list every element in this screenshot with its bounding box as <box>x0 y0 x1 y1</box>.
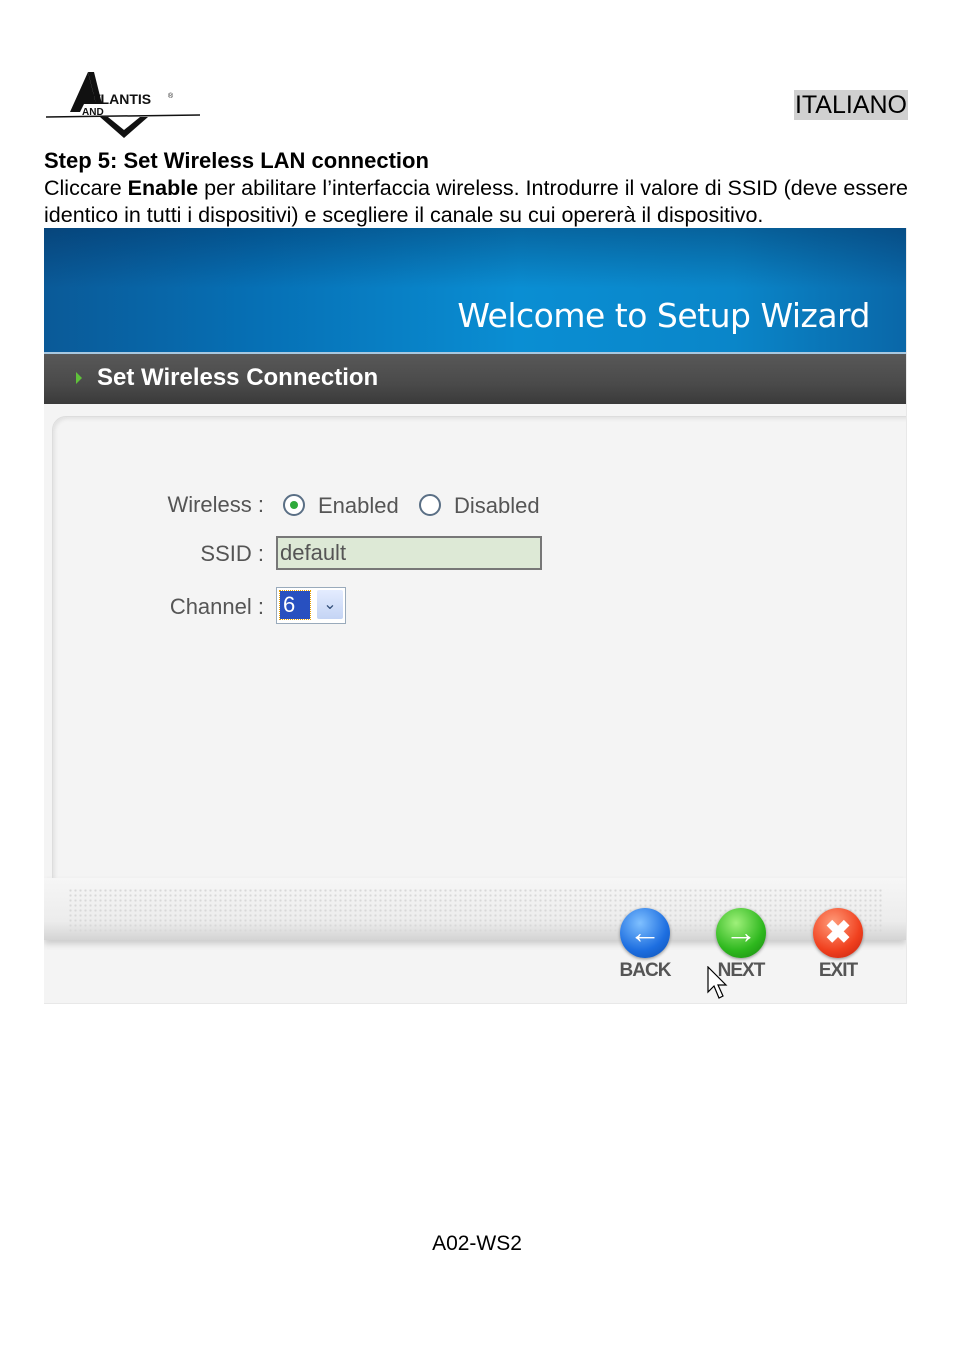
model-footer: A02-WS2 <box>432 1232 522 1255</box>
ssid-input[interactable]: default <box>276 536 542 570</box>
svg-text:TLANTIS: TLANTIS <box>92 91 151 107</box>
wizard-banner: Welcome to Setup Wizard <box>44 228 906 352</box>
banner-title: Welcome to Setup Wizard <box>457 296 870 335</box>
back-button[interactable]: ← BACK <box>615 908 675 982</box>
radio-enabled[interactable] <box>283 494 305 516</box>
channel-value: 6 <box>279 590 311 620</box>
step-title: Step 5: Set Wireless LAN connection <box>44 148 429 173</box>
svg-text:®: ® <box>168 92 174 100</box>
exit-label: EXIT <box>818 960 858 981</box>
form-panel <box>52 416 906 888</box>
exit-button[interactable]: ✖ EXIT <box>808 908 868 982</box>
channel-label: Channel : <box>169 594 264 619</box>
language-label: ITALIANO <box>793 90 908 120</box>
close-icon: ✖ <box>813 908 863 958</box>
radio-disabled-label[interactable]: Disabled <box>454 493 540 519</box>
wireless-label: Wireless : <box>167 492 264 517</box>
desc-bold: Enable <box>127 176 199 200</box>
button-bar <box>44 878 906 940</box>
arrow-right-icon <box>76 372 82 384</box>
step-description: Cliccare Enable per abilitare l’interfac… <box>44 175 910 229</box>
atlantis-land-logo: TLANTIS ® AND <box>45 72 201 138</box>
radio-disabled[interactable] <box>419 494 441 516</box>
chevron-down-icon[interactable]: ⌄ <box>317 590 343 619</box>
arrow-right-icon: → <box>716 908 766 958</box>
setup-wizard-screenshot: Welcome to Setup Wizard Set Wireless Con… <box>44 228 907 1004</box>
arrow-left-icon: ← <box>620 908 670 958</box>
desc-text: Cliccare <box>44 176 128 200</box>
ssid-label: SSID : <box>200 541 264 566</box>
radio-enabled-label[interactable]: Enabled <box>318 493 399 519</box>
channel-select[interactable]: 6 ⌄ <box>276 587 346 624</box>
mouse-cursor-icon <box>707 966 728 999</box>
section-bar: Set Wireless Connection <box>44 352 906 404</box>
section-title: Set Wireless Connection <box>97 364 379 391</box>
back-label: BACK <box>619 960 672 981</box>
